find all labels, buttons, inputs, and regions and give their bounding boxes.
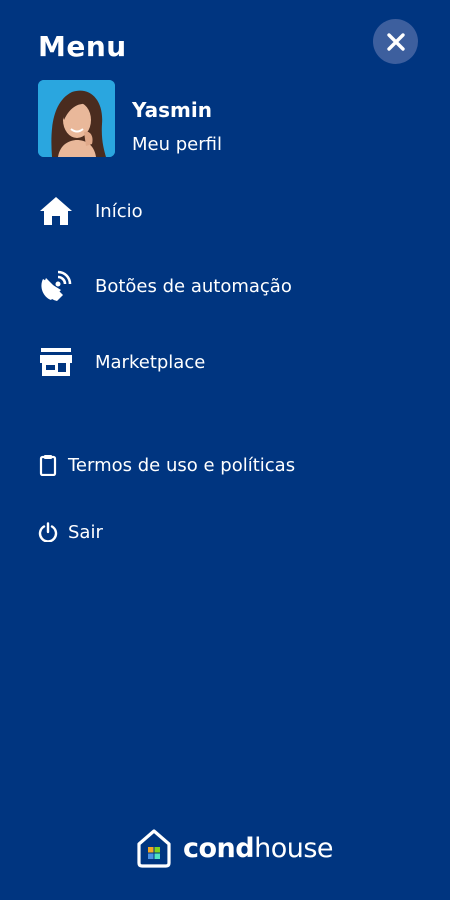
logout-label: Sair <box>68 521 103 543</box>
house-logo-icon <box>137 829 171 868</box>
nav-item-home[interactable]: Início <box>38 191 418 231</box>
avatar[interactable] <box>38 80 115 157</box>
nav-item-marketplace[interactable]: Marketplace <box>38 342 418 382</box>
nav-item-label: Botões de automação <box>95 275 292 297</box>
storefront-icon <box>38 344 74 380</box>
logout-button[interactable]: Sair <box>38 517 418 547</box>
avatar-photo <box>38 80 115 157</box>
close-icon <box>386 32 405 51</box>
my-profile-link[interactable]: Meu perfil <box>132 134 222 155</box>
profile-name: Yasmin <box>132 98 212 122</box>
nav-item-label: Marketplace <box>95 351 206 373</box>
nav-item-label: Início <box>95 200 143 222</box>
menu-title: Menu <box>38 30 127 63</box>
brand-wordmark-regular: house <box>254 832 334 864</box>
brand-wordmark-bold: cond <box>183 832 255 864</box>
close-button[interactable] <box>373 19 418 64</box>
side-menu-screen: Menu Yasmin Meu perfil Início Botões de … <box>0 0 450 900</box>
terms-label: Termos de uso e políticas <box>68 454 296 476</box>
nav-item-automation-buttons[interactable]: Botões de automação <box>38 266 418 306</box>
power-icon <box>38 521 58 543</box>
terms-and-policies-link[interactable]: Termos de uso e políticas <box>38 450 418 480</box>
clipboard-icon <box>38 454 58 476</box>
satellite-dish-icon <box>38 268 74 304</box>
brand-wordmark: condhouse <box>183 832 334 864</box>
condhouse-logo: condhouse <box>135 828 334 868</box>
home-icon <box>38 193 74 229</box>
